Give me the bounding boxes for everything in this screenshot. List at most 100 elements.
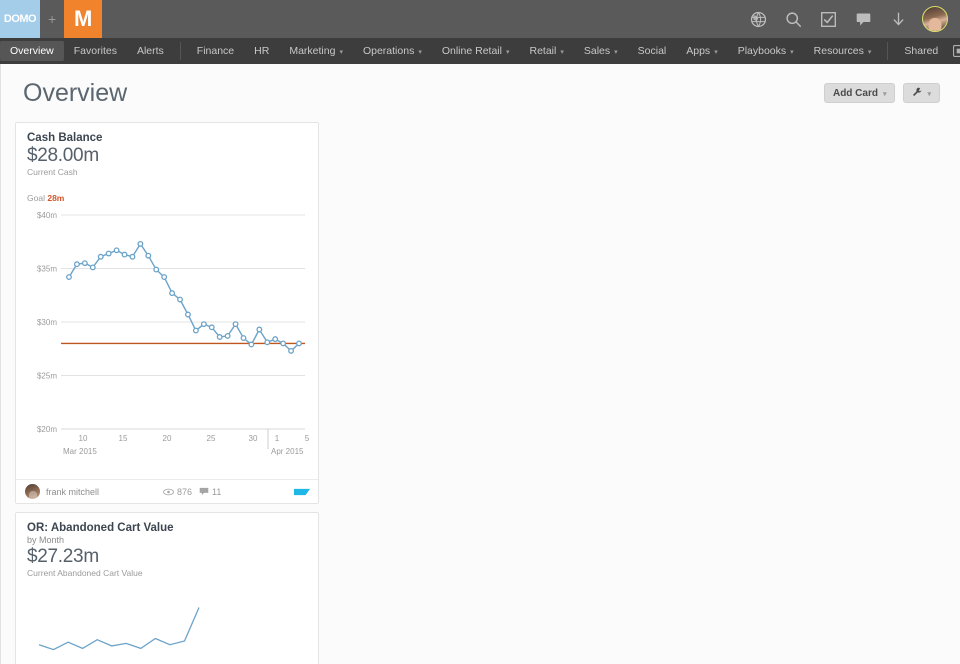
download-icon[interactable]	[887, 8, 909, 30]
goal-label-row: Goal 28m	[27, 193, 307, 203]
svg-text:$35m: $35m	[37, 265, 57, 274]
nav-item-social[interactable]: Social	[628, 38, 677, 64]
chevron-down-icon: ▾	[339, 48, 343, 56]
page-actions: Add Card ▾ ▾	[824, 83, 940, 103]
nav-item-label: Alerts	[137, 45, 164, 57]
card-owner-name: frank mitchell	[46, 487, 99, 497]
nav-item-label: Online Retail	[442, 45, 502, 57]
add-page-icon[interactable]	[948, 40, 960, 62]
chevron-down-icon-2: ▾	[927, 90, 931, 98]
nav-item-marketing[interactable]: Marketing ▾	[279, 38, 353, 64]
chat-icon[interactable]	[852, 8, 874, 30]
page-container: Overview Add Card ▾ ▾ Cash Balance $28.0…	[0, 64, 960, 664]
nav-right-group	[948, 38, 960, 64]
card-caption: Current Abandoned Cart Value	[27, 568, 307, 578]
svg-text:5: 5	[305, 434, 310, 443]
search-icon[interactable]	[782, 8, 804, 30]
tasks-icon[interactable]	[817, 8, 839, 30]
nav-item-label: Playbooks	[738, 45, 786, 57]
nav-item-retail[interactable]: Retail ▾	[519, 38, 573, 64]
nav-item-label: Sales	[584, 45, 610, 57]
nav-item-label: Social	[638, 45, 667, 57]
nav-item-apps[interactable]: Apps ▾	[676, 38, 727, 64]
domo-logo[interactable]: DOMO	[0, 0, 40, 38]
views-stat: 876	[163, 487, 192, 497]
card-value: $27.23m	[27, 546, 307, 568]
chevron-down-icon: ▾	[714, 48, 718, 56]
nav-item-favorites[interactable]: Favorites	[64, 38, 127, 64]
plus-separator: +	[40, 11, 64, 27]
nav-item-overview[interactable]: Overview	[0, 41, 64, 61]
nav-item-hr[interactable]: HR	[244, 38, 279, 64]
nav-item-playbooks[interactable]: Playbooks ▾	[728, 38, 804, 64]
domo-logo-text: DOMO	[4, 13, 36, 25]
nav-item-shared[interactable]: Shared	[894, 38, 948, 64]
nav-item-resources[interactable]: Resources ▾	[804, 38, 882, 64]
nav-item-operations[interactable]: Operations ▾	[353, 38, 432, 64]
settings-button[interactable]: ▾	[903, 83, 940, 103]
nav-bar: OverviewFavoritesAlertsFinanceHRMarketin…	[0, 38, 960, 64]
svg-text:$40m: $40m	[37, 211, 57, 220]
card-footer: frank mitchell 876 11	[16, 479, 318, 503]
chevron-down-icon: ▾	[560, 48, 564, 56]
card-caption: Current Cash	[27, 167, 307, 177]
topbar-icon-group	[747, 6, 960, 32]
chevron-down-icon: ▾	[790, 48, 794, 56]
comment-icon	[199, 487, 209, 496]
page-title: Overview	[23, 79, 127, 108]
card-cash-balance[interactable]: Cash Balance $28.00m Current Cash Goal 2…	[15, 122, 319, 504]
svg-text:1: 1	[275, 434, 280, 443]
grid-column-left: Cash Balance $28.00m Current Cash Goal 2…	[15, 122, 319, 664]
svg-text:Apr 2015: Apr 2015	[271, 447, 304, 456]
avatar[interactable]	[25, 484, 40, 499]
card-body: OR: Abandoned Cart Value by Month $27.23…	[16, 513, 318, 664]
svg-text:$25m: $25m	[37, 372, 57, 381]
nav-item-label: Marketing	[289, 45, 335, 57]
nav-item-label: Favorites	[74, 45, 117, 57]
brand-logo[interactable]: M	[64, 0, 102, 38]
chevron-down-icon: ▾	[614, 48, 618, 56]
svg-text:$20m: $20m	[37, 425, 57, 434]
cash-balance-chart[interactable]: $40m$35m$30m$25m$20m101520253015Mar 2015…	[27, 209, 307, 479]
comments-count: 11	[212, 487, 221, 497]
card-grid: Cash Balance $28.00m Current Cash Goal 2…	[1, 122, 960, 664]
nav-item-label: Shared	[904, 45, 938, 57]
svg-text:Mar 2015: Mar 2015	[63, 447, 97, 456]
svg-text:10: 10	[79, 434, 88, 443]
page-header: Overview Add Card ▾ ▾	[1, 64, 960, 122]
card-body: Cash Balance $28.00m Current Cash Goal 2…	[16, 123, 318, 479]
abandoned-cart-chart[interactable]	[27, 584, 307, 664]
globe-icon[interactable]	[747, 8, 769, 30]
nav-separator	[180, 42, 181, 60]
chevron-down-icon: ▾	[868, 48, 872, 56]
card-abandoned-cart[interactable]: OR: Abandoned Cart Value by Month $27.23…	[15, 512, 319, 664]
nav-separator	[887, 42, 888, 60]
card-subtitle: by Month	[27, 535, 307, 545]
nav-item-finance[interactable]: Finance	[187, 38, 244, 64]
card-value: $28.00m	[27, 145, 307, 167]
svg-text:$30m: $30m	[37, 318, 57, 327]
comments-stat: 11	[199, 487, 221, 497]
nav-item-online-retail[interactable]: Online Retail ▾	[432, 38, 520, 64]
avatar[interactable]	[922, 6, 948, 32]
svg-text:15: 15	[119, 434, 128, 443]
chevron-down-icon: ▾	[418, 48, 422, 56]
svg-text:30: 30	[249, 434, 258, 443]
svg-text:20: 20	[163, 434, 172, 443]
nav-item-label: Resources	[814, 45, 864, 57]
nav-item-alerts[interactable]: Alerts	[127, 38, 174, 64]
add-card-button[interactable]: Add Card ▾	[824, 83, 896, 103]
add-card-label: Add Card	[833, 88, 878, 99]
eye-icon	[163, 488, 174, 496]
nav-item-label: Finance	[197, 45, 234, 57]
nav-item-label: Operations	[363, 45, 414, 57]
nav-item-label: Apps	[686, 45, 710, 57]
nav-item-sales[interactable]: Sales ▾	[574, 38, 628, 64]
views-count: 876	[177, 487, 192, 497]
brand-logo-letter: M	[74, 6, 92, 32]
nav-item-label: Retail	[529, 45, 556, 57]
card-title: OR: Abandoned Cart Value	[27, 522, 307, 534]
chevron-down-icon: ▾	[506, 48, 510, 56]
domo-connector-icon[interactable]	[295, 485, 309, 499]
nav-item-label: Overview	[10, 45, 54, 57]
